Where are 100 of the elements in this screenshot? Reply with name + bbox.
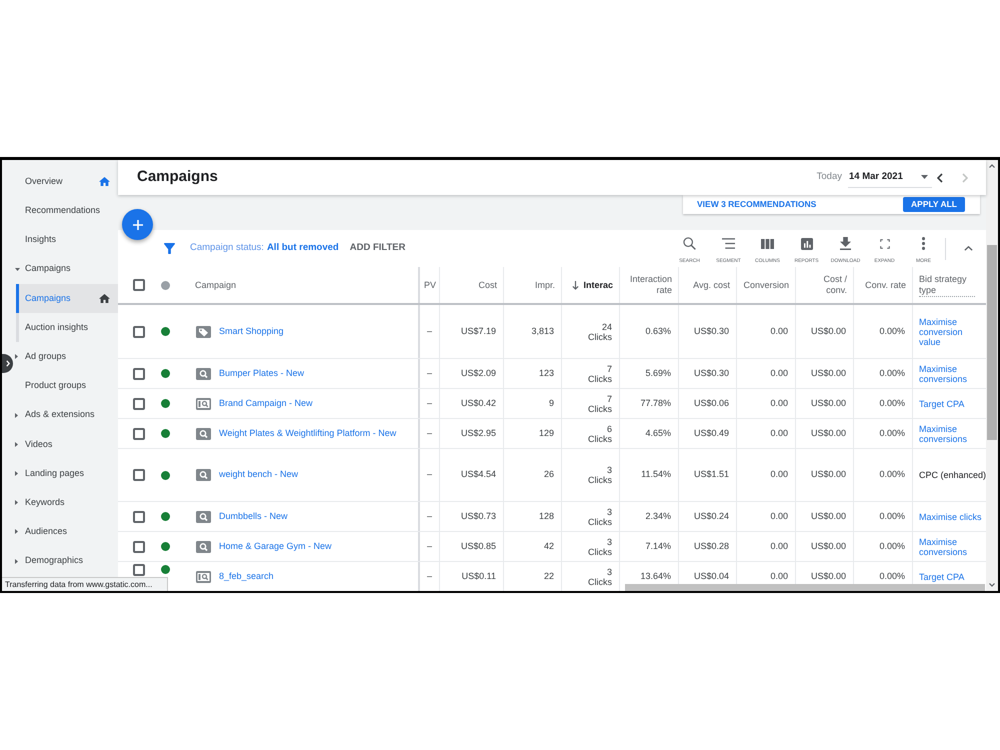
checkbox[interactable] [133,564,145,576]
column-header[interactable]: Interaction rate [622,274,672,296]
bid-strategy-link[interactable]: Maximise conversions [919,536,985,556]
column-header[interactable]: Conversion [743,280,789,290]
interaction-type: Clicks [588,332,612,342]
table-cell: – [420,502,440,531]
sidebar-item[interactable]: Insights [13,225,118,255]
table-cell: – [420,419,440,448]
checkbox[interactable] [133,279,145,291]
table-cell: 4.65% [620,419,679,448]
table-cell: 0.63% [620,305,679,358]
sidebar-item[interactable]: Product groups [13,371,118,400]
column-header[interactable]: Interac [572,280,613,290]
table-cell: – [420,389,440,418]
checkbox[interactable] [133,326,145,338]
interaction-count: 24 [602,322,612,332]
table-cell: 5.69% [620,359,679,388]
table-cell: 0.00% [854,359,913,388]
apply-all-button[interactable]: APPLY ALL [903,197,965,212]
interaction-type: Clicks [588,516,612,526]
sidebar-item[interactable]: Landing pages [13,458,118,488]
column-header[interactable]: Campaign [195,280,236,290]
horizontal-scrollbar[interactable] [625,584,985,591]
sidebar-item[interactable]: Audiences [13,517,118,546]
table-cell: US$2.09 [440,359,504,388]
table-cell: 0.00 [737,305,796,358]
table-cell: US$0.00 [796,419,854,448]
recommendations-link[interactable]: VIEW 3 RECOMMENDATIONS [697,198,816,211]
arrow-down-icon [572,280,580,290]
checkbox[interactable] [133,510,145,522]
search-icon [683,237,696,250]
campaign-link[interactable]: weight bench - New [219,468,298,482]
table-cell: 9 [504,389,562,418]
campaign-link[interactable]: Dumbbells - New [219,510,288,524]
sidebar-item[interactable]: Recommendations [13,196,118,226]
more-icon [922,237,925,250]
campaign-link[interactable]: 8_feb_search [219,570,274,584]
columns-icon [761,238,774,248]
column-header[interactable]: Bid strategy type [919,274,975,296]
campaign-link[interactable]: Brand Campaign - New [219,396,313,410]
checkbox[interactable] [133,469,145,481]
table-cell: 0.00% [854,389,913,418]
search-icon [196,368,211,380]
table-cell: US$0.24 [679,502,737,531]
column-header[interactable]: PV [424,280,436,290]
table-cell: 0.00 [737,359,796,388]
bid-strategy-link[interactable]: Maximise conversion value [919,316,985,346]
table-cell: 0.00 [737,419,796,448]
scroll-up-icon [989,164,995,168]
search-icon [196,510,211,522]
column-header[interactable]: Conv. rate [865,280,906,290]
interaction-type: Clicks [588,576,612,586]
column-header[interactable]: Cost / conv. [811,274,847,296]
bid-strategy-link[interactable]: Maximise conversions [919,424,985,444]
bid-strategy-link[interactable]: Target CPA [919,572,964,582]
table-cell: 0.00% [854,532,913,561]
sidebar-item[interactable]: Ad groups [13,342,118,372]
campaign-link[interactable]: Bumper Plates - New [219,366,304,380]
bid-strategy-link[interactable]: Maximise clicks [919,512,982,522]
checkbox[interactable] [133,428,145,440]
sidebar-item[interactable]: Keywords [13,488,118,518]
interaction-type: Clicks [588,546,612,556]
add-filter-button[interactable]: ADD FILTER [350,241,406,256]
checkbox[interactable] [133,368,145,380]
column-header[interactable]: Cost [478,280,497,290]
table-cell: 0.00% [854,419,913,448]
sidebar-item[interactable]: Ads & extensions [13,400,118,430]
caret-down-icon [921,175,928,179]
interaction-count: 3 [606,506,612,516]
column-header[interactable]: Impr. [534,280,555,290]
page-search-icon [196,398,211,410]
sidebar-item[interactable]: Campaigns [13,254,118,284]
campaign-link[interactable]: Smart Shopping [219,324,284,338]
status-dot-icon [160,280,170,290]
bid-strategy-link[interactable]: Target CPA [919,398,964,408]
sidebar-item[interactable]: Demographics [13,546,118,576]
chevron-left-icon [937,172,943,182]
interaction-count: 7 [606,364,612,374]
table-cell: 129 [504,419,562,448]
table-cell: 22 [504,562,562,591]
campaign-link[interactable]: Weight Plates & Weightlifting Platform - New [219,426,396,440]
table-cell: US$0.49 [679,419,737,448]
sidebar-item[interactable]: Auction insights [16,312,118,342]
vertical-scrollbar[interactable] [986,160,998,591]
sidebar-item[interactable]: Videos [13,430,118,459]
filter-chip[interactable]: Campaign status: All but removed [190,241,339,256]
campaign-link[interactable]: Home & Garage Gym - New [219,540,332,554]
column-header[interactable]: Avg. cost [693,280,730,290]
sidebar-item[interactable]: Campaigns [16,284,118,313]
chevron-right-icon [962,172,968,182]
checkbox[interactable] [133,540,145,552]
bid-strategy-link[interactable]: Maximise conversions [919,364,985,384]
search-icon [196,469,211,481]
checkbox[interactable] [133,398,145,410]
table-cell: 2.34% [620,502,679,531]
date-range-dropdown[interactable]: 14 Mar 2021 [848,168,932,188]
scroll-down-icon [989,583,995,587]
browser-status-bar: Transferring data from www.gstatic.com... [2,577,168,591]
sidebar-item[interactable]: Overview [13,167,118,196]
table-cell: US$0.00 [796,305,854,358]
